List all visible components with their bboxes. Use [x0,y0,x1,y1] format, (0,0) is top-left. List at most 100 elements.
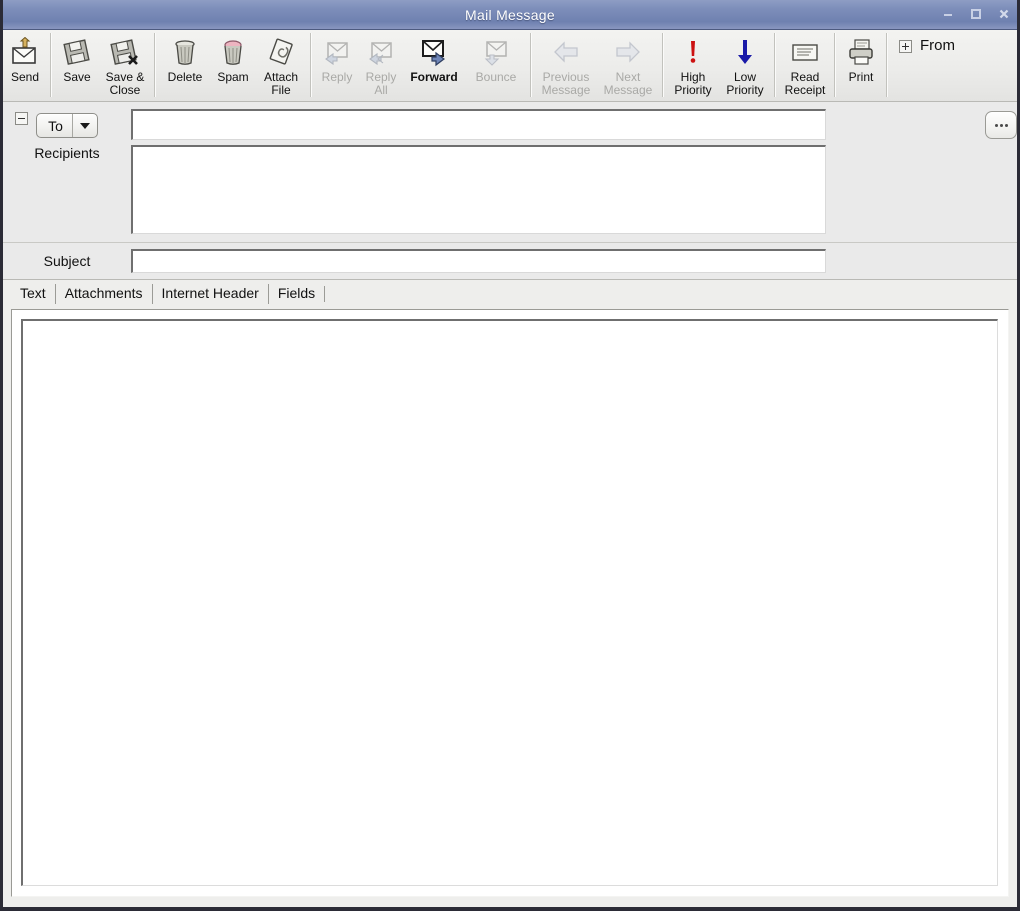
window-title: Mail Message [465,6,555,23]
trash-can-icon [167,35,203,69]
reply-all-label: Reply All [365,70,397,97]
next-message-button[interactable]: Next Message [597,32,659,97]
subject-row: Subject [3,243,1017,280]
window-controls [941,0,1011,29]
toolbar-separator [774,33,776,97]
forward-envelope-icon [416,35,452,69]
from-section[interactable]: From [891,32,955,54]
right-arrow-icon [610,35,646,69]
floppy-disk-icon [59,35,95,69]
reply-label: Reply [321,70,353,84]
tab-fields-label: Fields [277,285,316,301]
attach-file-label: Attach File [263,70,299,97]
toolbar-separator [834,33,836,97]
down-arrow-icon [727,35,763,69]
low-priority-button[interactable]: Low Priority [719,32,771,97]
high-priority-label: High Priority [674,70,712,97]
send-label: Send [10,70,40,84]
toolbar-group-priority: High Priority Low Priority [667,32,771,100]
previous-message-label: Previous Message [541,70,591,97]
spam-can-icon [215,35,251,69]
reply-button[interactable]: Reply [315,32,359,84]
tabstrip-end-divider [324,286,326,302]
tab-attachments-label: Attachments [64,285,143,301]
recipients-fields [131,109,972,242]
high-priority-button[interactable]: High Priority [667,32,719,97]
reply-all-arrow-icon [363,35,399,69]
chevron-down-icon[interactable] [73,114,97,137]
recipients-list-textarea[interactable] [131,145,826,234]
printer-icon [843,35,879,69]
maximize-button[interactable] [969,7,983,23]
mail-message-window: Mail Message Send Save Save & Close Dele… [0,0,1020,911]
toolbar-group-send: Send [3,32,47,100]
save-and-close-button[interactable]: Save & Close [99,32,151,97]
plus-expander-icon[interactable] [899,40,912,53]
forward-button[interactable]: Forward [403,32,465,84]
toolbar-separator [50,33,52,97]
spam-label: Spam [217,70,249,84]
message-body-frame [11,309,1009,897]
print-button[interactable]: Print [839,32,883,84]
message-body-textarea[interactable] [21,319,998,886]
toolbar-separator [662,33,664,97]
toolbar-group-receipt: Read Receipt [779,32,831,100]
ellipsis-dot [994,123,998,127]
reply-arrow-icon [319,35,355,69]
toolbar-group-print: Print [839,32,883,100]
subject-label: Subject [43,253,91,269]
toolbar-separator [530,33,532,97]
reply-all-button[interactable]: Reply All [359,32,403,97]
save-and-close-label: Save & Close [105,70,145,97]
toolbar-separator [886,33,888,97]
close-button[interactable] [997,7,1011,23]
print-label: Print [848,70,874,84]
read-receipt-button[interactable]: Read Receipt [779,32,831,97]
attach-file-button[interactable]: Attach File [255,32,307,97]
next-message-label: Next Message [603,70,653,97]
browse-recipients-button[interactable] [985,111,1017,139]
tab-internet-header-label: Internet Header [161,285,259,301]
delete-button[interactable]: Delete [159,32,211,84]
message-body-panel [3,305,1017,907]
toolbar-group-actions: Delete Spam Attach File [159,32,307,100]
save-button[interactable]: Save [55,32,99,84]
read-receipt-icon [787,35,823,69]
minus-collapse-icon[interactable] [15,112,28,125]
floppy-disk-close-icon [107,35,143,69]
paperclip-page-icon [263,35,299,69]
recipients-label: Recipients [34,145,100,161]
from-label: From [920,37,955,54]
window-titlebar[interactable]: Mail Message [3,0,1017,30]
subject-input[interactable] [131,249,826,273]
recipient-type-dropdown[interactable]: To [36,113,98,138]
recipients-panel: To Recipients [3,102,1017,243]
minimize-button[interactable] [941,7,955,23]
low-priority-label: Low Priority [726,70,764,97]
toolbar-group-reply: Reply Reply All Forward Bounce [315,32,527,100]
tab-text[interactable]: Text [11,284,55,305]
tab-fields[interactable]: Fields [267,284,324,305]
spam-button[interactable]: Spam [211,32,255,84]
forward-label: Forward [410,70,458,84]
previous-message-button[interactable]: Previous Message [535,32,597,97]
bounce-envelope-icon [478,35,514,69]
toolbar-separator [310,33,312,97]
send-button[interactable]: Send [3,32,47,84]
recipient-address-input[interactable] [131,109,826,140]
send-envelope-icon [7,35,43,69]
tab-attachments[interactable]: Attachments [54,284,152,305]
read-receipt-label: Read Receipt [784,70,826,97]
recipient-type-label: To [48,117,63,134]
main-toolbar: Send Save Save & Close Delete Spam Attac… [3,30,1017,102]
recipients-right-column [972,109,1017,242]
left-arrow-icon [548,35,584,69]
save-label: Save [63,70,91,84]
exclamation-mark-icon [675,35,711,69]
bounce-label: Bounce [475,70,517,84]
tab-internet-header[interactable]: Internet Header [151,284,268,305]
toolbar-separator [154,33,156,97]
tab-text-label: Text [20,285,46,301]
bounce-button[interactable]: Bounce [465,32,527,84]
content-tabs: Text Attachments Internet Header Fields [3,280,1017,305]
